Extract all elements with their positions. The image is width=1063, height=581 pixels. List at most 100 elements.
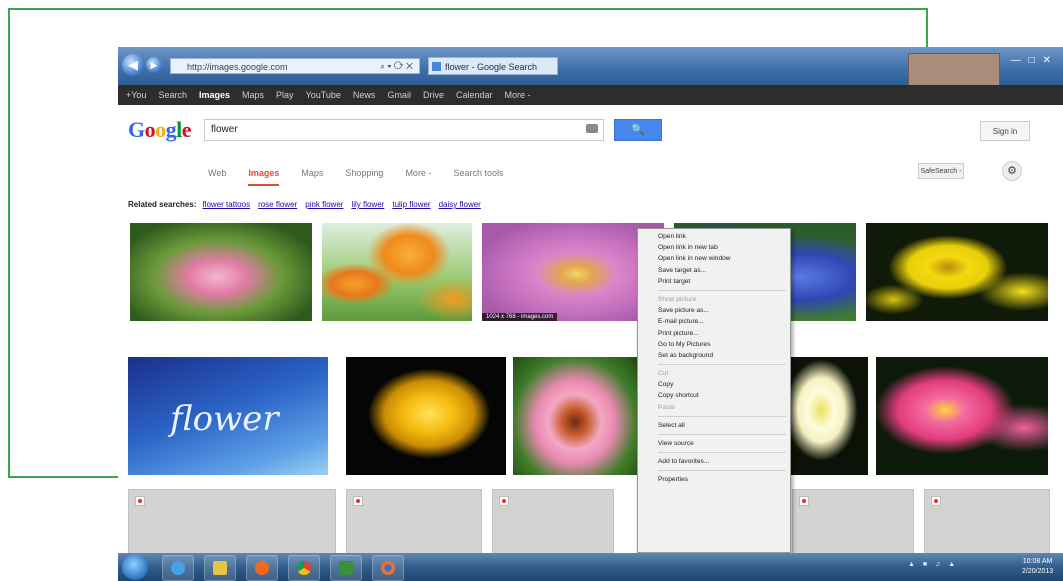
gbar-item[interactable]: Maps [242, 85, 264, 105]
related-search-link[interactable]: flower tattoos [202, 200, 250, 209]
browser-titlebar: ◀ ▶ http://images.google.com ⌕ ▾ ⟳ ✕ flo… [118, 47, 1063, 87]
context-menu-item[interactable]: Save picture as... [638, 305, 790, 316]
context-menu-item[interactable]: Add to favorites... [638, 456, 790, 467]
gbar-item[interactable]: Images [199, 85, 230, 105]
search-tab[interactable]: Shopping [345, 168, 383, 184]
context-menu-item[interactable]: Open link [638, 231, 790, 242]
system-tray[interactable]: ▲ ■ ♫ ▲ [908, 561, 958, 568]
gbar-item[interactable]: Calendar [456, 85, 493, 105]
gbar-item[interactable]: +You [126, 85, 146, 105]
context-menu-item[interactable]: Copy shortcut [638, 390, 790, 401]
frame-left-line [8, 8, 10, 478]
context-menu-item: Cut [658, 370, 669, 378]
menu-separator [658, 289, 786, 291]
explorer-icon[interactable] [204, 555, 236, 581]
gbar-item[interactable]: Drive [423, 85, 444, 105]
context-menu-item[interactable]: Print target [638, 276, 790, 287]
context-menu-item[interactable]: Copy [638, 379, 790, 390]
frame-bottom-line [8, 476, 120, 478]
image-placeholder[interactable] [924, 489, 1050, 555]
context-menu-item[interactable]: Open link in new window [638, 253, 790, 264]
gbar-item[interactable]: News [353, 85, 376, 105]
image-result[interactable]: flower [128, 357, 328, 475]
image-result[interactable] [346, 357, 506, 475]
image-placeholder[interactable] [128, 489, 336, 555]
broken-image-icon [353, 496, 363, 506]
back-button[interactable]: ◀ [122, 54, 144, 76]
related-searches: Related searches: flower tattoos rose flow… [128, 200, 489, 209]
related-search-link[interactable]: daisy flower [439, 200, 481, 209]
clock-date: 2/20/2013 [1022, 568, 1054, 575]
chrome-icon[interactable] [288, 555, 320, 581]
gbar-item[interactable]: More - [505, 85, 531, 105]
image-result[interactable] [790, 357, 868, 475]
context-menu-item[interactable]: Select all [638, 420, 790, 431]
start-button[interactable] [122, 554, 148, 580]
related-search-link[interactable]: tulip flower [392, 200, 430, 209]
image-placeholder[interactable] [492, 489, 614, 555]
related-search-link[interactable]: lily flower [351, 200, 384, 209]
image-placeholder[interactable] [792, 489, 914, 555]
context-menu-item: Show picture [658, 295, 697, 303]
broken-image-icon [135, 496, 145, 506]
related-search-link[interactable]: rose flower [258, 200, 297, 209]
menu-separator [658, 452, 786, 454]
camera-icon[interactable] [586, 124, 598, 133]
screen: ◀ ▶ http://images.google.com ⌕ ▾ ⟳ ✕ flo… [118, 47, 1063, 581]
image-result[interactable] [513, 357, 637, 475]
gbar-item[interactable]: Gmail [387, 85, 411, 105]
search-tab[interactable]: More - [405, 168, 431, 184]
context-menu-item[interactable]: Set as background [638, 350, 790, 361]
taskbar: ▲ ■ ♫ ▲ 10:08 AM 2/20/2013 [118, 553, 1063, 581]
menu-separator [658, 364, 786, 366]
broken-image-icon [931, 496, 941, 506]
image-result[interactable] [130, 223, 312, 321]
frame-right-line [926, 8, 928, 48]
context-menu-item[interactable]: E-mail picture... [638, 316, 790, 327]
context-menu-item[interactable]: View source [638, 438, 790, 449]
gbar-item[interactable]: YouTube [306, 85, 341, 105]
app-icon[interactable] [330, 555, 362, 581]
ie-icon[interactable] [162, 555, 194, 581]
google-logo[interactable]: Google [128, 117, 192, 143]
frame-top-line [8, 8, 928, 10]
window-preview [908, 53, 1000, 87]
search-input[interactable]: flower [204, 119, 604, 141]
context-menu-item[interactable]: Print picture... [638, 328, 790, 339]
related-search-link[interactable]: pink flower [305, 200, 343, 209]
image-result[interactable] [866, 223, 1048, 321]
safesearch-button[interactable]: SafeSearch - [918, 163, 964, 179]
context-menu-item[interactable]: Go to My Pictures [638, 339, 790, 350]
media-icon[interactable] [246, 555, 278, 581]
firefox-icon[interactable] [372, 555, 404, 581]
search-tab[interactable]: Images [248, 168, 280, 186]
image-caption: 1024 x 768 - images.com [482, 313, 558, 321]
clock-time: 10:08 AM [1022, 558, 1053, 565]
image-result[interactable] [876, 357, 1048, 475]
search-tab[interactable]: Search tools [453, 168, 503, 184]
context-menu-item[interactable]: Open link in new tab [638, 242, 790, 253]
context-menu-item[interactable]: Save target as... [638, 265, 790, 276]
image-artwork-text: flower [170, 399, 279, 439]
broken-image-icon [799, 496, 809, 506]
gbar-item[interactable]: Search [158, 85, 187, 105]
tab-title: flower - Google Search [445, 62, 538, 72]
related-label: Related searches: [128, 200, 197, 209]
search-tab[interactable]: Web [208, 168, 226, 184]
context-menu-item[interactable]: Properties [638, 474, 790, 485]
image-placeholder[interactable] [346, 489, 482, 555]
forward-button[interactable]: ▶ [146, 57, 162, 73]
context-menu-item: Paste [658, 403, 675, 411]
search-button[interactable]: 🔍 [614, 119, 662, 141]
window-controls[interactable]: —□✕ [1011, 55, 1059, 66]
image-result[interactable] [322, 223, 472, 321]
signin-button[interactable]: Sign in [980, 121, 1030, 141]
browser-tab[interactable]: flower - Google Search [428, 57, 558, 75]
broken-image-icon [499, 496, 509, 506]
search-tab[interactable]: Maps [301, 168, 323, 184]
clock[interactable]: 10:08 AM 2/20/2013 [1022, 557, 1053, 577]
gbar-item[interactable]: Play [276, 85, 294, 105]
address-actions[interactable]: ⌕ ▾ ⟳ ✕ [380, 58, 413, 74]
gear-icon[interactable]: ⚙ [1002, 161, 1022, 181]
search-tabs: Web Images Maps Shopping More - Search tools [208, 163, 525, 186]
